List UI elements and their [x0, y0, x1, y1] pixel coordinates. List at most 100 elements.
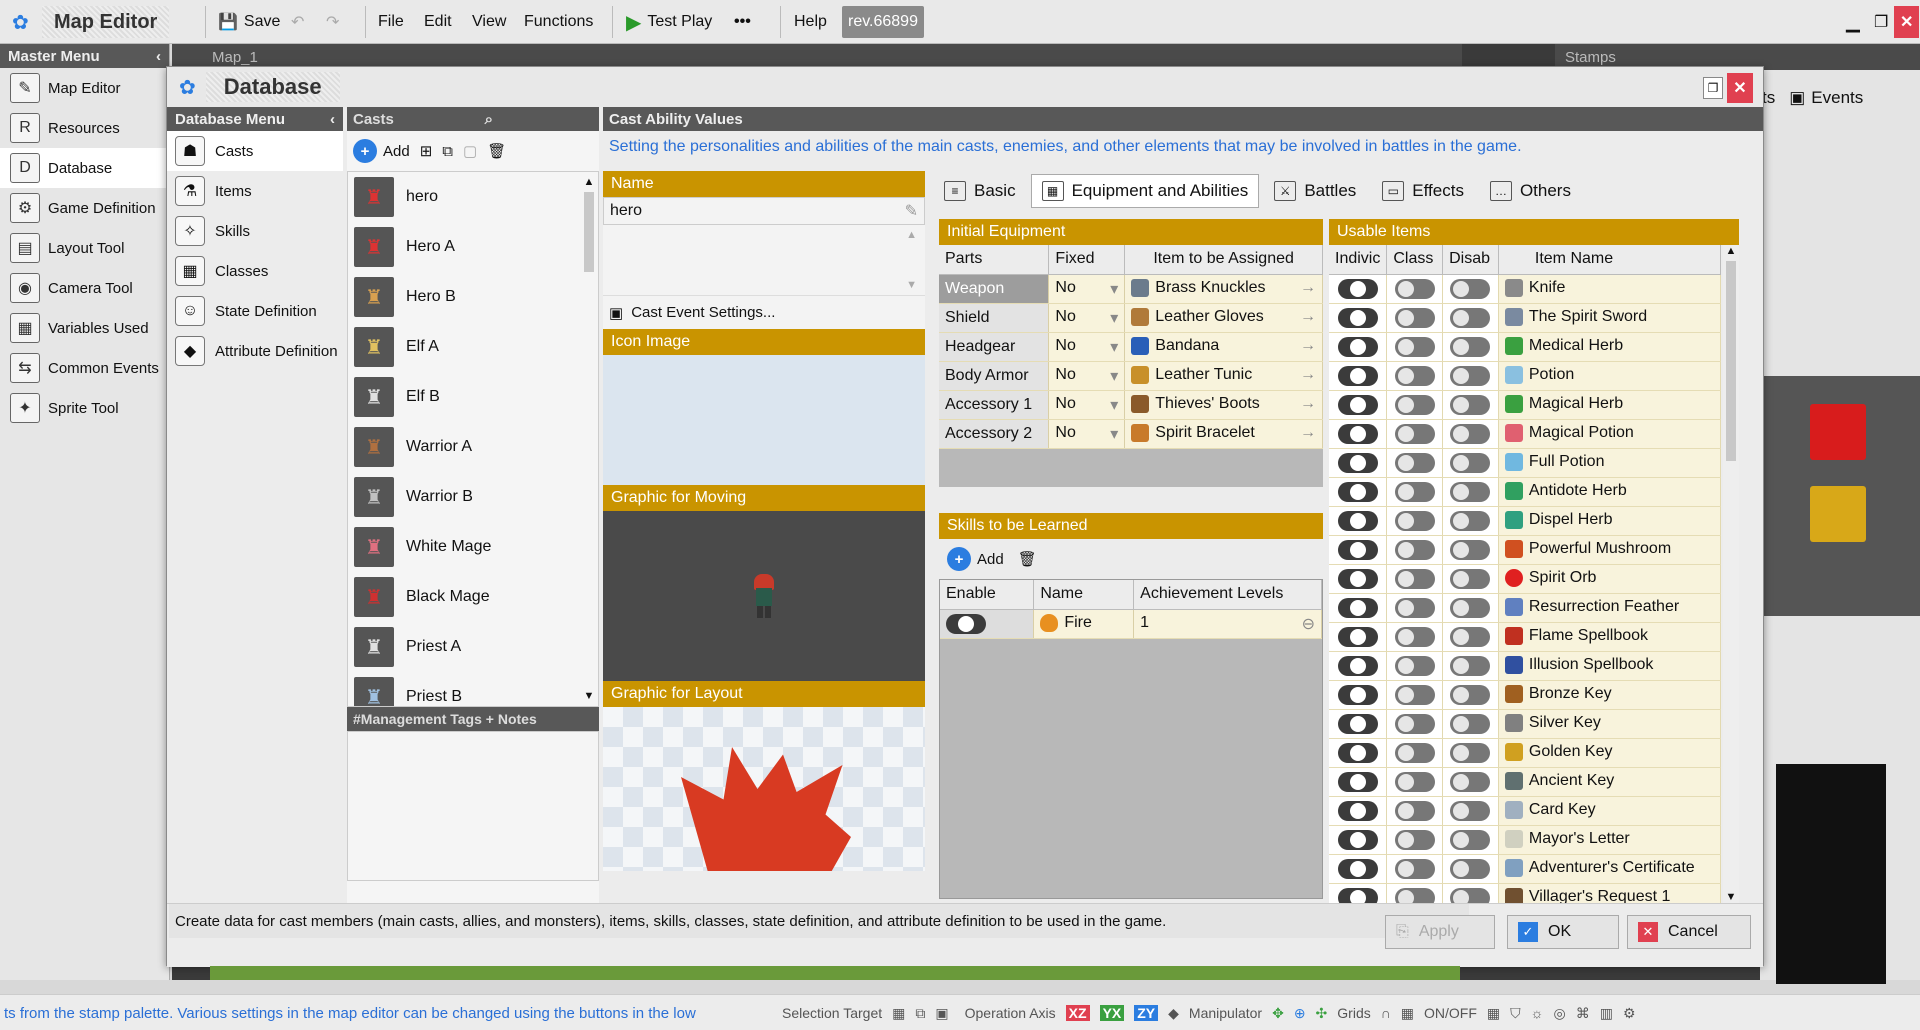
toggle-switch[interactable]: [1394, 452, 1435, 473]
toggle-switch[interactable]: [1450, 742, 1491, 763]
cast-row[interactable]: ♜ Priest B: [348, 672, 598, 706]
fixed-cell[interactable]: No ▾: [1048, 332, 1126, 362]
item-name-cell[interactable]: Mayor's Letter: [1498, 825, 1722, 855]
table-row[interactable]: Card Key: [1329, 796, 1722, 826]
master-item-variables-used[interactable]: ▦ Variables Used: [0, 308, 169, 348]
toggle-switch[interactable]: [1337, 887, 1378, 903]
select-stamp-icon[interactable]: ⧉: [915, 1005, 925, 1022]
table-row[interactable]: Spirit Orb: [1329, 564, 1722, 594]
toggle-switch[interactable]: [1337, 336, 1378, 357]
item-cell[interactable]: Brass Knuckles →: [1124, 274, 1323, 304]
toggle-switch[interactable]: [1450, 365, 1491, 386]
individual-toggle[interactable]: [1329, 767, 1388, 797]
toggle-switch[interactable]: [1450, 771, 1491, 792]
item-name-cell[interactable]: Villager's Request 1: [1498, 883, 1722, 903]
item-cell[interactable]: Leather Gloves →: [1124, 303, 1323, 333]
toggle-switch[interactable]: [1450, 858, 1491, 879]
yellow-cube-stamp[interactable]: [1810, 486, 1866, 542]
individual-toggle[interactable]: [1329, 390, 1388, 420]
toggle-switch[interactable]: [1394, 394, 1435, 415]
search-icon[interactable]: ⌕: [485, 111, 493, 128]
database-close-button[interactable]: ✕: [1727, 73, 1753, 103]
arrow-right-icon[interactable]: →: [1300, 308, 1316, 326]
table-row[interactable]: Mayor's Letter: [1329, 825, 1722, 855]
class-toggle[interactable]: [1386, 883, 1444, 903]
toggle-switch[interactable]: [1450, 684, 1491, 705]
cast-row[interactable]: ♜ Elf A: [348, 322, 598, 372]
individual-toggle[interactable]: [1329, 564, 1388, 594]
toggle-switch[interactable]: [1394, 481, 1435, 502]
toggle-switch[interactable]: [1450, 481, 1491, 502]
master-item-map-editor[interactable]: ✎ Map Editor: [0, 68, 169, 108]
toggle-switch[interactable]: [1337, 626, 1378, 647]
item-name-cell[interactable]: Magical Potion: [1498, 419, 1722, 449]
onoff-settings-icon[interactable]: ⚙: [1623, 1005, 1636, 1022]
toggle-switch[interactable]: [1450, 887, 1491, 903]
individual-toggle[interactable]: [1329, 825, 1388, 855]
class-toggle[interactable]: [1386, 535, 1444, 565]
table-row[interactable]: Potion: [1329, 361, 1722, 391]
disable-toggle[interactable]: [1442, 448, 1499, 478]
table-row[interactable]: Flame Spellbook: [1329, 622, 1722, 652]
disable-toggle[interactable]: [1442, 825, 1499, 855]
menu-edit[interactable]: Edit: [418, 6, 458, 38]
usable-items-scrollbar[interactable]: ▲ ▼: [1723, 245, 1739, 903]
individual-toggle[interactable]: [1329, 332, 1388, 362]
toggle-switch[interactable]: [1450, 394, 1491, 415]
disable-toggle[interactable]: [1442, 796, 1499, 826]
table-row[interactable]: Bronze Key: [1329, 680, 1722, 710]
toggle-switch[interactable]: [1337, 481, 1378, 502]
toggle-switch[interactable]: [1394, 655, 1435, 676]
table-row[interactable]: Powerful Mushroom: [1329, 535, 1722, 565]
individual-toggle[interactable]: [1329, 680, 1388, 710]
toggle-switch[interactable]: [1337, 394, 1378, 415]
toggle-switch[interactable]: [1337, 655, 1378, 676]
more-button[interactable]: •••: [728, 6, 757, 38]
individual-toggle[interactable]: [1329, 448, 1388, 478]
fixed-cell[interactable]: No ▾: [1048, 361, 1126, 391]
individual-toggle[interactable]: [1329, 883, 1388, 903]
table-row[interactable]: Dispel Herb: [1329, 506, 1722, 536]
select-grid-icon[interactable]: ▦: [892, 1005, 905, 1022]
cast-row[interactable]: ♜ Elf B: [348, 372, 598, 422]
help-button[interactable]: Help: [788, 6, 833, 38]
skill-name-cell[interactable]: Fire: [1033, 609, 1135, 639]
toggle-switch[interactable]: [1337, 713, 1378, 734]
redo-button[interactable]: ↷: [320, 6, 345, 38]
toggle-switch[interactable]: [1450, 307, 1491, 328]
table-row[interactable]: Villager's Request 1: [1329, 883, 1722, 903]
notes-textarea[interactable]: [347, 731, 599, 881]
add-cast-button[interactable]: + Add: [353, 139, 410, 163]
menu-file[interactable]: File: [372, 6, 410, 38]
toggle-switch[interactable]: [1337, 800, 1378, 821]
toggle-switch[interactable]: [1394, 742, 1435, 763]
toggle-switch[interactable]: [1394, 800, 1435, 821]
test-play-button[interactable]: ▶ Test Play: [620, 6, 718, 38]
disable-toggle[interactable]: [1442, 709, 1499, 739]
class-toggle[interactable]: [1386, 622, 1444, 652]
class-toggle[interactable]: [1386, 796, 1444, 826]
disable-toggle[interactable]: [1442, 390, 1499, 420]
insert-icon[interactable]: ⊞: [420, 142, 433, 160]
item-name-cell[interactable]: Silver Key: [1498, 709, 1722, 739]
item-name-cell[interactable]: Ancient Key: [1498, 767, 1722, 797]
individual-toggle[interactable]: [1329, 535, 1388, 565]
ok-button[interactable]: ✓ OK: [1507, 915, 1619, 949]
table-row[interactable]: Adventurer's Certificate: [1329, 854, 1722, 884]
individual-toggle[interactable]: [1329, 709, 1388, 739]
item-name-cell[interactable]: The Spirit Sword: [1498, 303, 1722, 333]
graphic-moving-area[interactable]: [603, 511, 925, 681]
stepper-icon[interactable]: ⊖: [1302, 614, 1315, 634]
toggle-switch[interactable]: [1394, 539, 1435, 560]
toggle-switch[interactable]: [1394, 510, 1435, 531]
dropdown-icon[interactable]: ▾: [1110, 308, 1118, 328]
toggle-switch[interactable]: [1394, 771, 1435, 792]
close-app-button[interactable]: ✕: [1894, 6, 1920, 38]
class-toggle[interactable]: [1386, 448, 1444, 478]
trash-icon[interactable]: 🗑: [487, 142, 506, 160]
toggle-switch[interactable]: [1337, 771, 1378, 792]
class-toggle[interactable]: [1386, 854, 1444, 884]
db-menu-attribute-definition[interactable]: ◆ Attribute Definition: [167, 331, 343, 371]
db-menu-items[interactable]: ⚗ Items: [167, 171, 343, 211]
table-row[interactable]: Silver Key: [1329, 709, 1722, 739]
